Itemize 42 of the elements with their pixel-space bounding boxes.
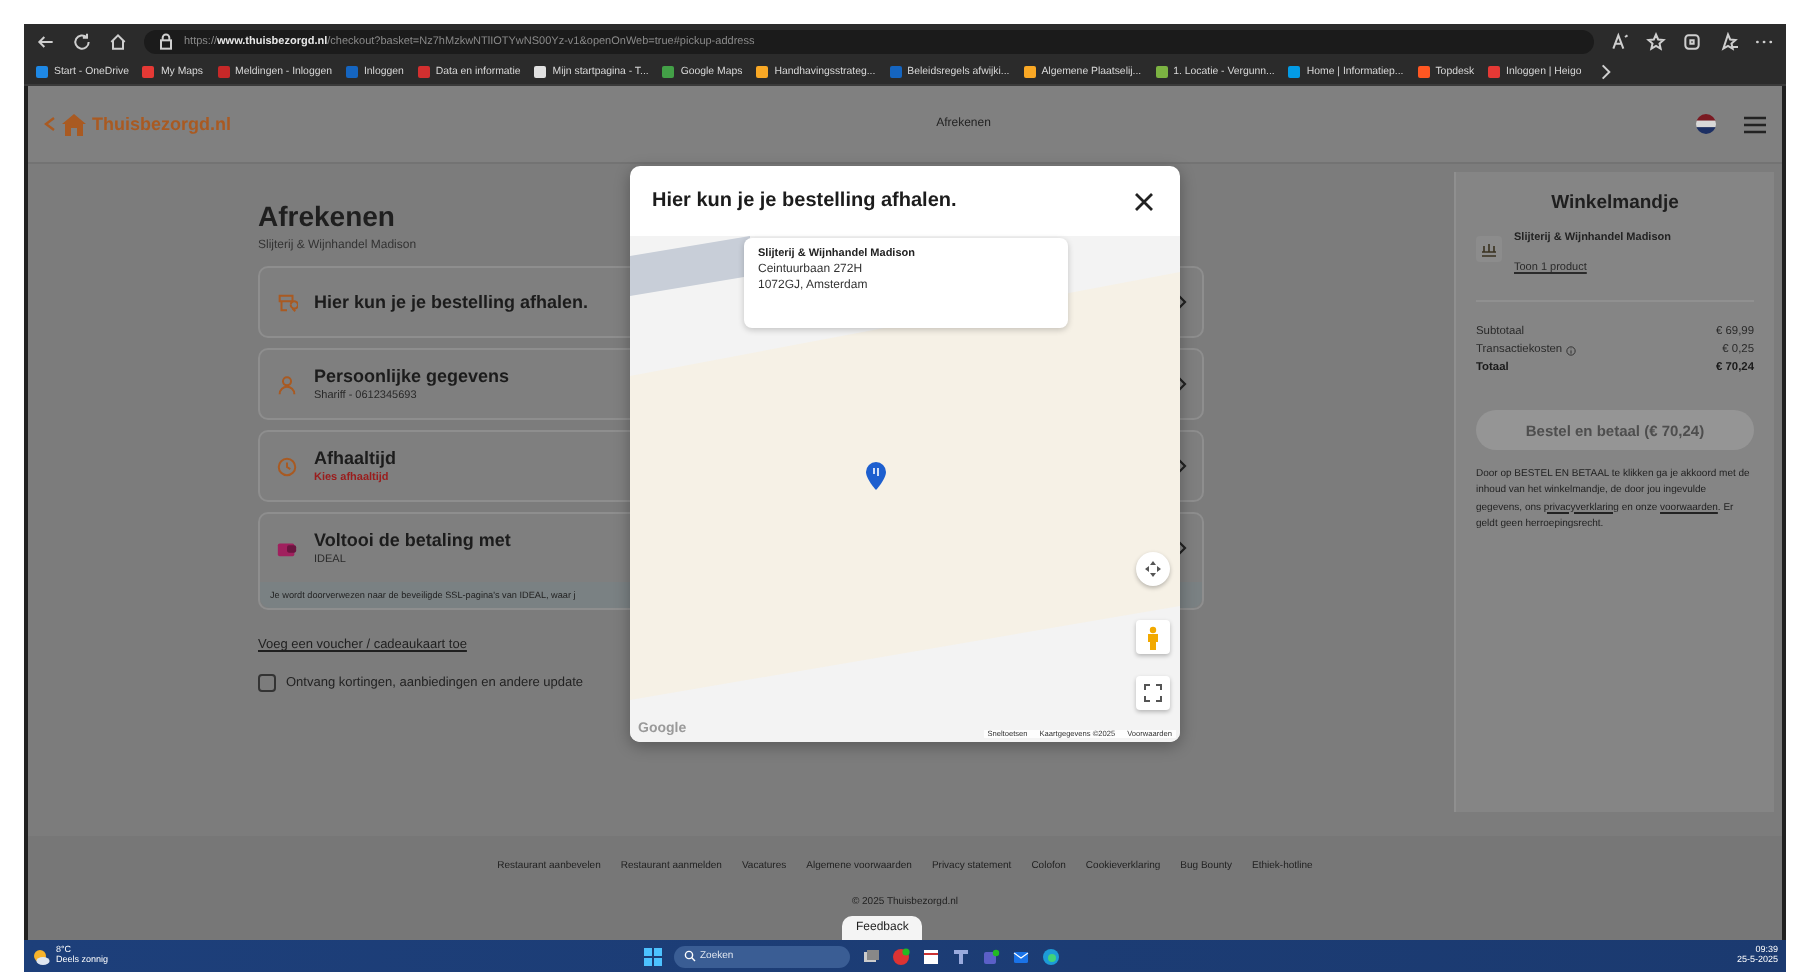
checkbox[interactable]: [258, 674, 276, 692]
menu-icon[interactable]: [1744, 115, 1766, 133]
section-title: Hier kun je je bestelling afhalen.: [314, 292, 591, 312]
map-pin-icon[interactable]: [866, 462, 886, 490]
dialog-title: Hier kun je je bestelling afhalen.: [652, 190, 957, 212]
refresh-icon[interactable]: [72, 32, 92, 52]
task-view-icon[interactable]: [862, 947, 880, 965]
calendar-icon[interactable]: [922, 947, 940, 965]
home-icon[interactable]: [108, 32, 128, 52]
search-icon: [684, 950, 696, 962]
store-icon: [276, 291, 298, 313]
weather-icon[interactable]: [32, 947, 50, 965]
favorites-icon[interactable]: [1718, 32, 1738, 52]
cart-title: Winkelmandje: [1549, 192, 1681, 214]
app-icon[interactable]: [892, 947, 910, 965]
checkout-title: Afrekenen: [258, 200, 395, 232]
teams-icon[interactable]: [982, 947, 1000, 965]
recenter-icon: [1144, 560, 1162, 578]
fullscreen-button[interactable]: [1136, 676, 1170, 710]
section-title: Persoonlijke gegevens: [314, 366, 512, 386]
browser-icon[interactable]: [1042, 947, 1060, 965]
lock-icon: [156, 32, 176, 52]
mail-icon[interactable]: [1012, 947, 1030, 965]
restaurant-logo-icon: [1476, 236, 1502, 262]
clock-icon: [276, 455, 298, 477]
section-title: Afhaaltijd: [314, 448, 399, 468]
extensions-icon[interactable]: [1682, 32, 1702, 52]
person-icon: [276, 373, 298, 395]
pegman-icon: [1146, 625, 1160, 649]
star-icon[interactable]: [1646, 32, 1666, 52]
chevron-left-icon: [44, 116, 56, 132]
flag-icon[interactable]: [1696, 114, 1716, 134]
street: [630, 236, 750, 296]
back-arrow-icon[interactable]: [36, 32, 56, 52]
fullscreen-icon: [1144, 684, 1162, 702]
close-icon: [1132, 189, 1156, 213]
read-aloud-icon[interactable]: [1610, 32, 1630, 52]
close-button[interactable]: [1132, 189, 1156, 213]
start-icon[interactable]: [644, 947, 662, 965]
section-title: Voltooi de betaling met: [314, 530, 513, 550]
house-logo-icon: [62, 113, 86, 135]
app-icon[interactable]: [952, 947, 970, 965]
